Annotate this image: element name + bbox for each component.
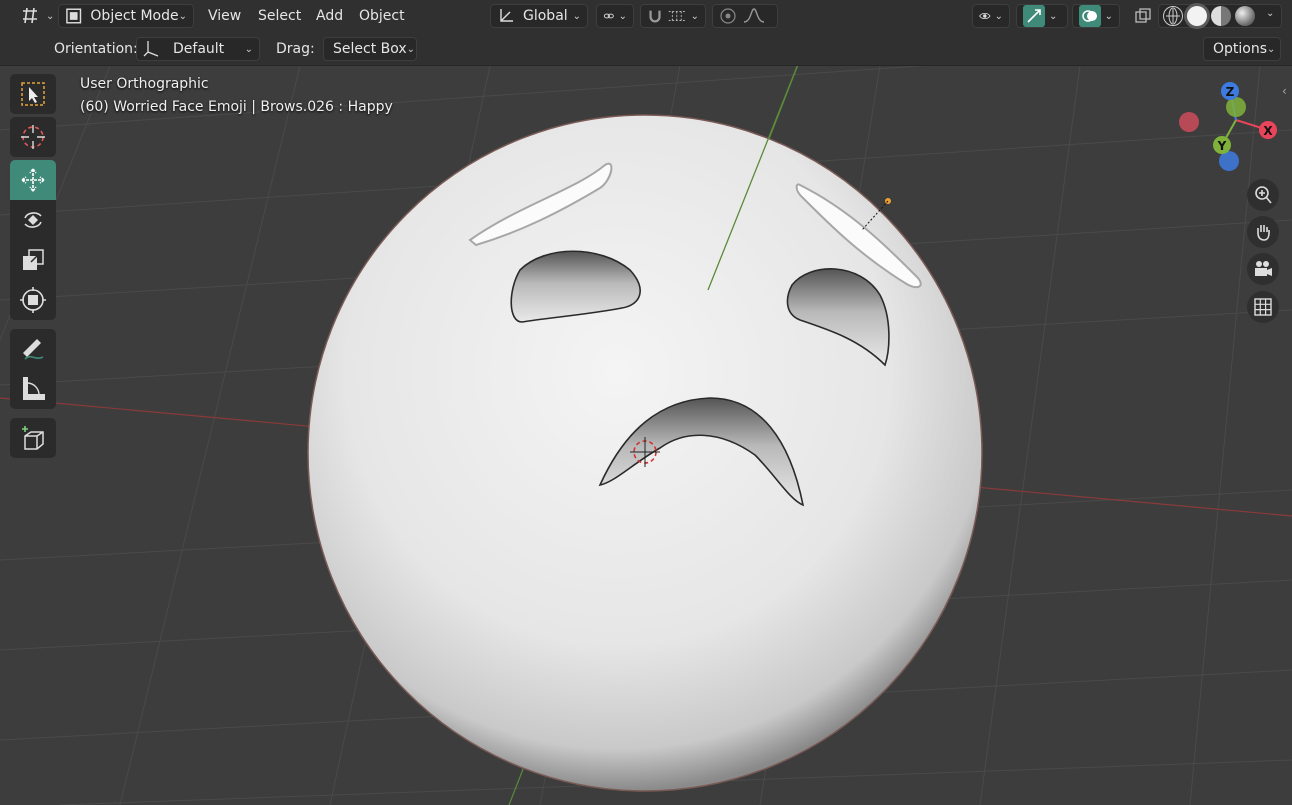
mode-selector[interactable]: Object Mode ⌄ xyxy=(58,4,194,28)
add-cube-tool[interactable] xyxy=(10,418,56,458)
object-mode-icon xyxy=(66,8,82,24)
viewport-header: ⌄ Object Mode ⌄ View Select Add Object G… xyxy=(0,0,1292,32)
rendered-shading-icon[interactable] xyxy=(1235,6,1255,26)
chevron-down-icon: ⌄ xyxy=(406,43,416,55)
mode-label: Object Mode xyxy=(90,8,179,24)
scale-icon xyxy=(23,249,44,270)
annotate-tool[interactable] xyxy=(10,329,56,369)
y-axis-label: Y xyxy=(1217,139,1227,153)
chevron-down-icon: ⌄ xyxy=(1267,43,1276,55)
snap-magnet-icon xyxy=(649,10,661,23)
editor-type-button[interactable]: ⌄ xyxy=(14,4,60,28)
orientation-label: Global xyxy=(523,8,568,24)
z-axis-label: Z xyxy=(1226,85,1235,99)
orientation-axes-icon xyxy=(500,9,513,22)
wireframe-shading-icon[interactable] xyxy=(1163,6,1183,26)
proportional-editing-selector[interactable] xyxy=(712,4,778,28)
overlays-icon xyxy=(1079,5,1101,27)
visibility-selector[interactable]: ⌄ xyxy=(972,4,1010,28)
falloff-curve-icon xyxy=(743,8,765,23)
pan-button[interactable] xyxy=(1247,216,1279,248)
transform-orientation-selector[interactable]: Global ⌄ xyxy=(490,4,588,28)
measure-ruler-icon xyxy=(23,377,45,400)
orientation-setting-label: Orientation: xyxy=(54,41,138,57)
chevron-down-icon: ⌄ xyxy=(46,10,55,22)
pivot-link-icon xyxy=(603,13,614,19)
chevron-down-icon: ⌄ xyxy=(1104,10,1113,22)
3d-viewport[interactable]: User Orthographic (60) Worried Face Emoj… xyxy=(0,66,1292,805)
snapping-selector[interactable]: ⌄ xyxy=(640,4,706,28)
menu-add[interactable]: Add xyxy=(316,8,343,24)
tool-settings-bar: Orientation: Default ⌄ Drag: Select Box … xyxy=(0,32,1292,66)
gizmo-icon xyxy=(1023,5,1045,27)
drag-dropdown-value: Select Box xyxy=(333,41,407,57)
menu-object[interactable]: Object xyxy=(359,8,405,24)
cursor-tool[interactable] xyxy=(10,117,56,157)
options-label: Options xyxy=(1213,41,1268,57)
rotate-icon xyxy=(24,212,42,228)
transform-icon xyxy=(20,287,46,313)
move-tool[interactable] xyxy=(10,160,56,200)
hand-icon xyxy=(1257,225,1270,241)
viewport-scene xyxy=(0,66,1292,805)
add-cube-icon xyxy=(22,426,44,450)
chevron-down-icon: ⌄ xyxy=(690,10,699,22)
zoom-button[interactable] xyxy=(1247,179,1279,211)
camera-view-button[interactable] xyxy=(1247,253,1279,285)
navigation-gizmo[interactable]: X Y Z xyxy=(1174,80,1284,190)
zoom-icon xyxy=(1255,186,1272,204)
tool-shelf xyxy=(10,74,58,461)
chevron-down-icon: ⌄ xyxy=(244,43,253,55)
x-axis-label: X xyxy=(1263,124,1273,138)
solid-shading-icon[interactable] xyxy=(1187,6,1207,26)
chevron-down-icon: ⌄ xyxy=(994,10,1003,22)
orientation-dropdown[interactable]: Default ⌄ xyxy=(136,37,260,61)
chevron-down-icon[interactable]: ⌄ xyxy=(1266,8,1274,19)
snap-increment-icon xyxy=(668,11,685,21)
chevron-down-icon: ⌄ xyxy=(618,10,627,22)
menu-select[interactable]: Select xyxy=(258,8,301,24)
select-box-tool[interactable] xyxy=(10,74,56,114)
scale-tool[interactable] xyxy=(10,240,56,280)
material-shading-icon[interactable] xyxy=(1211,6,1231,26)
transform-tool[interactable] xyxy=(10,280,56,320)
orientation-dropdown-value: Default xyxy=(173,41,225,57)
orientation-axes-icon xyxy=(143,41,159,57)
move-icon xyxy=(21,168,45,192)
proportional-editing-icon xyxy=(720,8,736,24)
rotate-tool[interactable] xyxy=(10,200,56,240)
drag-setting-label: Drag: xyxy=(276,41,315,57)
ortho-toggle-button[interactable] xyxy=(1247,291,1279,323)
camera-icon xyxy=(1255,261,1272,276)
object-info: (60) Worried Face Emoji | Brows.026 : Ha… xyxy=(80,99,393,115)
chevron-down-icon: ⌄ xyxy=(1049,10,1058,22)
overlays-toggle[interactable]: ⌄ xyxy=(1072,4,1120,28)
grid-icon xyxy=(1254,298,1272,316)
pencil-icon xyxy=(23,339,44,360)
options-dropdown[interactable]: Options ⌄ xyxy=(1203,37,1281,61)
chevron-down-icon: ⌄ xyxy=(178,10,187,22)
select-box-icon xyxy=(21,82,45,106)
menu-view[interactable]: View xyxy=(208,8,241,24)
editor-type-icon xyxy=(23,7,37,24)
measure-tool[interactable] xyxy=(10,369,56,409)
xray-icon xyxy=(1135,8,1151,23)
neg-y-axis-handle[interactable] xyxy=(1226,97,1246,117)
gizmo-toggle[interactable]: ⌄ xyxy=(1016,4,1068,28)
pivot-point-selector[interactable]: ⌄ xyxy=(596,4,634,28)
drag-dropdown[interactable]: Select Box ⌄ xyxy=(323,37,417,61)
view-name: User Orthographic xyxy=(80,76,209,92)
xray-toggle[interactable] xyxy=(1128,4,1158,28)
cursor-icon xyxy=(21,125,45,149)
sidebar-toggle-icon[interactable]: ‹ xyxy=(1282,84,1287,98)
neg-x-axis-handle[interactable] xyxy=(1179,112,1199,132)
eye-icon xyxy=(979,12,991,20)
chevron-down-icon: ⌄ xyxy=(572,10,581,22)
